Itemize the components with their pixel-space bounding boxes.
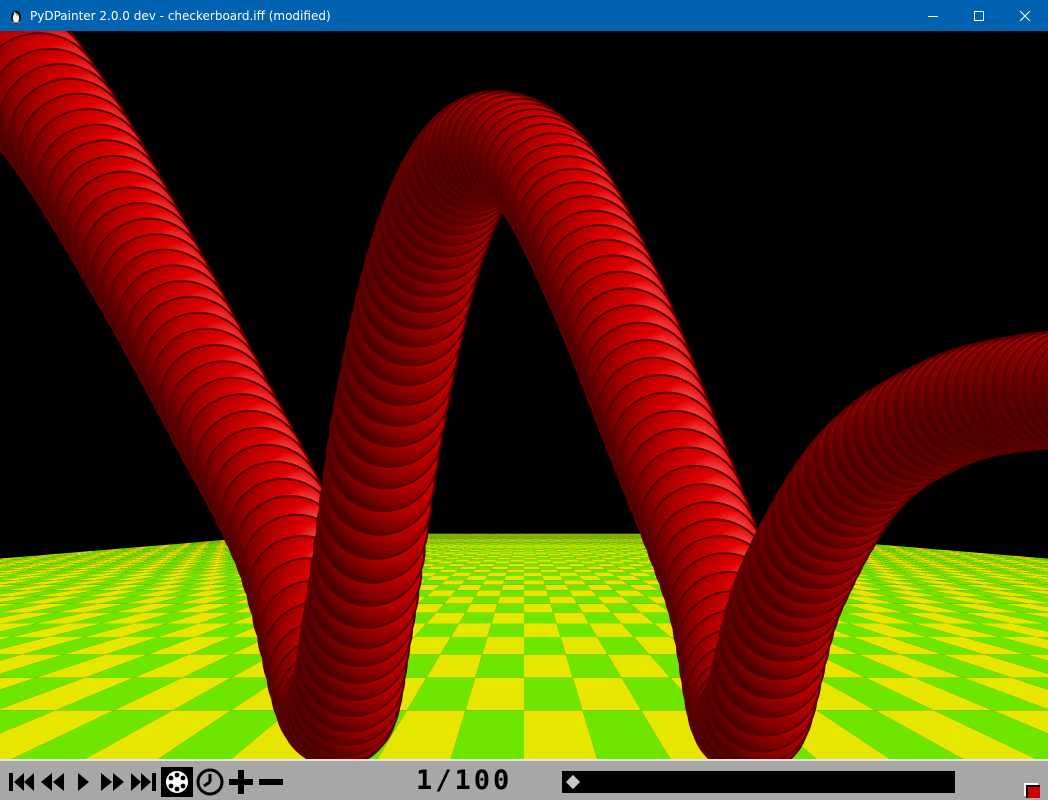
window-controls xyxy=(910,0,1048,31)
close-button[interactable] xyxy=(1002,0,1048,31)
flag-icon[interactable] xyxy=(1022,780,1042,798)
play-icon xyxy=(78,773,89,791)
frame-palette-button[interactable] xyxy=(160,767,194,797)
frame-slider[interactable] xyxy=(562,771,955,793)
delete-frame-button[interactable] xyxy=(256,767,286,797)
clock-icon xyxy=(196,768,224,796)
minimize-icon xyxy=(928,15,938,17)
minimize-button[interactable] xyxy=(910,0,956,31)
first-frame-icon xyxy=(9,773,34,791)
maximize-button[interactable] xyxy=(956,0,1002,31)
drawing-canvas[interactable] xyxy=(0,31,1048,759)
add-frame-button[interactable] xyxy=(226,767,256,797)
frame-counter: 1/100 xyxy=(416,765,513,796)
frame-slider-knob[interactable] xyxy=(565,774,581,790)
first-frame-button[interactable] xyxy=(4,767,38,797)
animation-control-bar: 1/100 xyxy=(0,759,1048,800)
palette-icon xyxy=(161,767,193,797)
previous-frame-button[interactable] xyxy=(38,767,66,797)
last-frame-icon xyxy=(131,773,156,791)
maximize-icon xyxy=(974,10,984,21)
window-title: PyDPainter 2.0.0 dev - checkerboard.iff … xyxy=(30,8,331,23)
play-button[interactable] xyxy=(66,767,98,797)
app-penguin-icon[interactable] xyxy=(8,8,24,24)
animation-tools xyxy=(4,767,286,797)
next-frame-button[interactable] xyxy=(98,767,128,797)
pydpainter-window: PyDPainter 2.0.0 dev - checkerboard.iff … xyxy=(0,0,1048,800)
frame-timing-button[interactable] xyxy=(194,767,226,797)
previous-frame-icon xyxy=(41,773,64,791)
minus-icon xyxy=(259,779,283,785)
close-icon xyxy=(1020,10,1030,21)
last-frame-button[interactable] xyxy=(128,767,160,797)
plus-icon xyxy=(229,770,253,794)
checkerboard-floor xyxy=(0,533,1048,759)
next-frame-icon xyxy=(101,773,124,791)
canvas-scene xyxy=(0,31,1048,759)
title-bar[interactable]: PyDPainter 2.0.0 dev - checkerboard.iff … xyxy=(0,0,1048,31)
